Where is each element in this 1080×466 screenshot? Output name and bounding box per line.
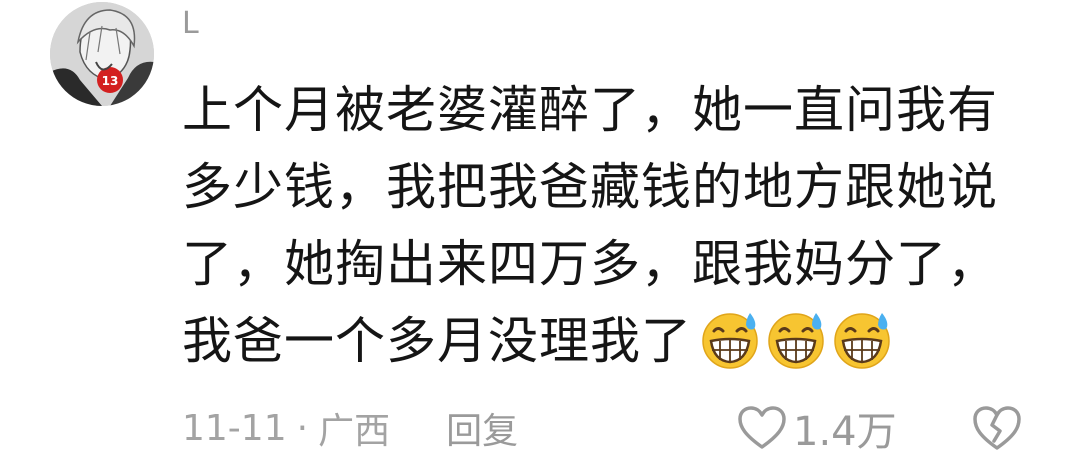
grinning-sweat-emoji-icon [830,307,894,371]
comment-footer: 11-11 · 广西 回复 1.4万 [182,398,1042,458]
dislike-button[interactable] [972,403,1022,453]
grinning-sweat-emoji-icon [698,307,762,371]
avatar[interactable]: 13 [50,2,154,106]
comment-text-line: 我爸一个多月没理我了 [182,312,692,370]
comment-text-line: 上个月被老婆灌醉了，她一直问我有 [182,81,998,139]
svg-text:13: 13 [102,74,119,88]
comment-text-line: 了，她掏出来四万多，跟我妈分了， [182,235,998,293]
emoji-row [698,307,896,371]
comment-item: 13 L 上个月被老婆灌醉了，她一直问我有 多少钱，我把我爸藏钱的地方跟她说 了，她… [0,0,1080,466]
comment-meta: 11-11 · 广西 [182,402,390,454]
comment-text-line: 多少钱，我把我爸藏钱的地方跟她说 [182,158,998,216]
broken-heart-icon [973,406,1021,450]
comment-date: 11-11 [182,407,287,449]
like-button[interactable]: 1.4万 [737,398,897,458]
heart-outline-icon [738,406,786,449]
grinning-sweat-emoji-icon [764,307,828,371]
comment-text: 上个月被老婆灌醉了，她一直问我有 多少钱，我把我爸藏钱的地方跟她说 了，她掏出来四万… [182,72,1042,380]
username[interactable]: L [182,4,199,44]
anime-avatar-icon: 13 [50,2,154,106]
like-count: 1.4万 [793,409,897,455]
comment-location: 广西 [318,411,391,452]
meta-separator: · [296,407,309,449]
reply-button[interactable]: 回复 [446,402,518,454]
